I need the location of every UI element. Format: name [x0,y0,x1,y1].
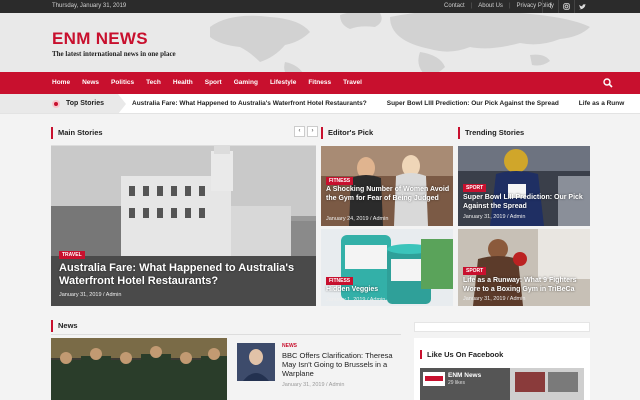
nav-item-tech[interactable]: Tech [140,72,167,94]
site-tagline: The latest international news in one pla… [52,50,176,58]
nav-item-health[interactable]: Health [167,72,199,94]
contact-link[interactable]: Contact [444,3,465,9]
trending-card[interactable]: SPORT Super Bowl LIII Prediction: Our Pi… [458,146,590,226]
facebook-cover-image [420,368,584,400]
about-us-link[interactable]: About Us [478,3,503,9]
article-title[interactable]: Life as a Runway: What 9 Fighters Wore t… [463,277,588,294]
main-story-card[interactable]: TRAVEL Australia Fare: What Happened to … [51,146,316,306]
nav-item-gaming[interactable]: Gaming [228,72,264,94]
facebook-heading: Like Us On Facebook [420,350,503,359]
post-meta: January 31, 2019 / Admin [59,292,122,298]
trending-card[interactable]: SPORT Life as a Runway: What 9 Fighters … [458,229,590,306]
nav-item-home[interactable]: Home [46,72,76,94]
military-photo [51,338,227,400]
article-title[interactable]: A Shocking Number of Women Avoid the Gym… [326,186,451,203]
ticker-item[interactable]: Australia Fare: What Happened to Austral… [132,100,367,107]
world-map-background [210,13,590,72]
article-title[interactable]: Super Bowl LIII Prediction: Our Pick Aga… [463,194,588,211]
nav-item-travel[interactable]: Travel [337,72,368,94]
post-meta: January 31, 2019 / Admin [282,382,345,388]
editors-pick-card[interactable]: FITNESS Hidden Veggies January 1, 2019 /… [321,229,453,306]
instagram-icon[interactable] [558,0,574,13]
main-stories-heading: Main Stories [51,127,103,139]
facebook-page-card[interactable]: ENM News 29 likes [420,368,584,400]
search-icon[interactable] [603,78,613,88]
facebook-page-name[interactable]: ENM News [448,372,481,379]
facebook-likes: 29 likes [448,380,465,386]
twitter-icon[interactable] [574,0,590,13]
site-logo[interactable]: ENM NEWS [52,29,148,49]
news-heading: News [51,320,78,332]
category-badge[interactable]: FITNESS [326,177,354,185]
news-thumbnail [237,343,275,381]
social-links: f [542,0,590,13]
prev-arrow-icon[interactable]: ‹ [294,126,305,137]
category-badge[interactable]: FITNESS [326,277,354,285]
editors-pick-heading: Editor's Pick [321,127,373,139]
editors-pick-card[interactable]: FITNESS A Shocking Number of Women Avoid… [321,146,453,226]
nav-item-fitness[interactable]: Fitness [302,72,337,94]
post-meta: January 31, 2019 / Admin [463,214,526,220]
ticker-dot-icon [52,100,60,108]
news-list-item[interactable]: NEWS BBC Offers Clarification: Theresa M… [237,343,407,400]
next-arrow-icon[interactable]: › [307,126,318,137]
ticker-item[interactable]: Life as a Runw [579,100,625,107]
nav-item-politics[interactable]: Politics [105,72,140,94]
post-meta: January 31, 2019 / Admin [463,296,526,302]
ticker-item[interactable]: Super Bowl LIII Prediction: Our Pick Aga… [387,100,559,107]
nav-item-news[interactable]: News [76,72,105,94]
category-badge[interactable]: TRAVEL [59,251,85,259]
main-story-title[interactable]: Australia Fare: What Happened to Austral… [59,262,309,288]
sidebar-widget [414,322,590,332]
carousel-arrows: ‹ › [294,126,318,137]
site-header: ENM NEWS The latest international news i… [0,13,640,72]
nav-item-lifestyle[interactable]: Lifestyle [264,72,302,94]
trending-stories-heading: Trending Stories [458,127,524,139]
divider [51,334,401,335]
current-date: Thursday, January 31, 2019 [52,3,127,9]
top-bar: Thursday, January 31, 2019 Contact | Abo… [0,0,640,13]
ticker-label: Top Stories [0,94,126,113]
facebook-icon[interactable]: f [542,0,558,13]
category-badge[interactable]: SPORT [463,267,487,275]
post-meta: January 1, 2019 / Admin [326,297,386,303]
article-title[interactable]: Hidden Veggies [326,286,446,295]
news-lead-image[interactable] [51,338,227,400]
facebook-widget: Like Us On Facebook ENM News 29 likes [414,338,590,400]
nav-item-sport[interactable]: Sport [199,72,228,94]
top-stories-ticker: Top Stories Australia Fare: What Happene… [0,94,640,114]
top-links: Contact | About Us | Privacy Policy [444,3,554,9]
article-title[interactable]: BBC Offers Clarification: Theresa May Is… [282,351,402,378]
main-navigation: Home News Politics Tech Health Sport Gam… [0,72,640,94]
category-label[interactable]: NEWS [282,343,297,349]
category-badge[interactable]: SPORT [463,184,487,192]
post-meta: January 24, 2019 / Admin [326,216,389,222]
